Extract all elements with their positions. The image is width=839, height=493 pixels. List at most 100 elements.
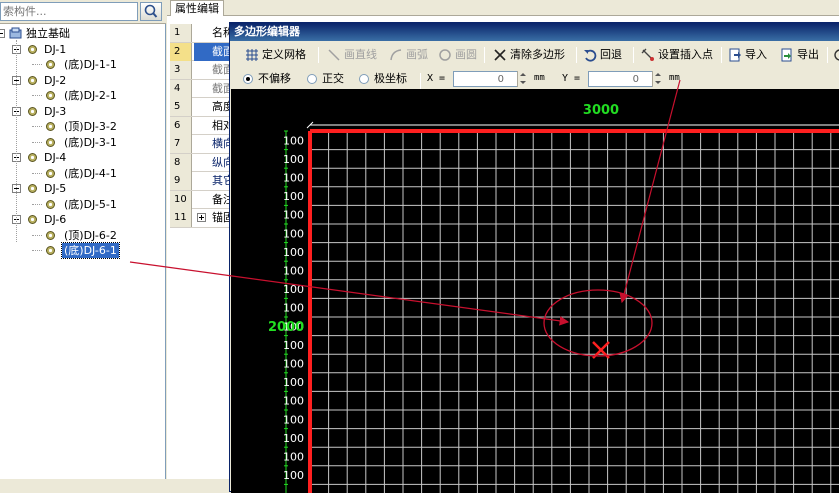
row-spacing-label: 100 bbox=[283, 265, 304, 278]
tree-group-label: DJ-1 bbox=[44, 42, 67, 56]
tree-leaf-label: (底)DJ-3-1 bbox=[64, 135, 117, 149]
tree-leaf[interactable]: (底)DJ-2-1 bbox=[0, 88, 166, 104]
row-number: 11 bbox=[170, 209, 192, 227]
tree-group[interactable]: DJ-5 bbox=[0, 181, 166, 197]
arc-icon bbox=[389, 48, 403, 62]
x-coord-input[interactable] bbox=[453, 71, 519, 87]
radio-polar[interactable]: 极坐标 bbox=[358, 71, 407, 87]
tree-leaf[interactable]: (顶)DJ-3-2 bbox=[0, 119, 166, 135]
radio-dot bbox=[359, 74, 369, 84]
tree-connector bbox=[32, 203, 42, 205]
tree-connector bbox=[32, 95, 42, 96]
gear-icon bbox=[26, 182, 39, 195]
line-icon bbox=[327, 48, 341, 62]
radio-orthogonal[interactable]: 正交 bbox=[306, 71, 344, 87]
tree-root[interactable]: 独立基础 bbox=[0, 26, 166, 42]
search-button[interactable] bbox=[140, 2, 162, 21]
y-spinner[interactable] bbox=[652, 71, 662, 87]
draw-line-button[interactable]: 画直线 bbox=[326, 45, 377, 65]
row-number: 9 bbox=[170, 172, 192, 190]
gear-icon bbox=[26, 105, 39, 118]
gear-icon bbox=[44, 229, 57, 242]
grid-icon bbox=[245, 48, 259, 62]
property-row[interactable]: 2 截面 bbox=[170, 42, 236, 61]
row-spacing-label: 100 bbox=[283, 395, 304, 408]
property-name: 截面 bbox=[212, 63, 234, 76]
property-name: 名称 bbox=[212, 26, 234, 39]
row-number: 7 bbox=[170, 135, 192, 153]
tree-leaf-label: (底)DJ-1-1 bbox=[64, 58, 117, 71]
property-row[interactable]: 8 纵向 bbox=[170, 153, 236, 172]
draw-arc-button[interactable]: 画弧 bbox=[388, 45, 428, 65]
tree-leaf[interactable]: (底)DJ-6-1 bbox=[0, 242, 166, 259]
drawing-canvas[interactable]: 3000 100 100 100 100 100 100 100 100 100 100 100 100… bbox=[231, 89, 839, 493]
property-name: 横向 bbox=[212, 137, 234, 150]
tree-leaf-label: (底)DJ-4-1 bbox=[64, 166, 117, 180]
y-unit-label: mm bbox=[669, 73, 680, 83]
undo-button[interactable]: 回退 bbox=[582, 45, 622, 65]
editor-toolbar: 定义网格 画直线 画弧 画圆 清除多边形 回退 设置插入点 导入 导出 bbox=[230, 43, 839, 67]
property-row[interactable]: 5 高度 bbox=[170, 98, 236, 117]
radio-dot bbox=[243, 74, 253, 84]
row-spacing-label: 100 bbox=[283, 339, 304, 352]
property-row[interactable]: 11 锚固 bbox=[170, 209, 236, 228]
property-tabbar: 属性编辑 bbox=[167, 0, 839, 16]
set-insert-point-button[interactable]: 设置插入点 bbox=[640, 45, 713, 65]
property-row[interactable]: 9 其它 bbox=[170, 172, 236, 191]
tree-connector bbox=[32, 64, 42, 65]
row-spacing-label: 100 bbox=[283, 358, 304, 371]
row-spacing-label: 100 bbox=[283, 376, 304, 389]
property-row[interactable]: 6 相对 bbox=[170, 116, 236, 135]
tree-leaf[interactable]: (底)DJ-3-1 bbox=[0, 135, 166, 151]
tree-group[interactable]: DJ-4 bbox=[0, 150, 166, 166]
circle-icon bbox=[438, 48, 452, 62]
radio-no-offset[interactable]: 不偏移 bbox=[242, 71, 291, 87]
search-input[interactable] bbox=[0, 2, 138, 21]
tree-group[interactable]: DJ-2 bbox=[0, 73, 166, 89]
tree-leaf-label: (顶)DJ-3-2 bbox=[64, 120, 117, 133]
property-row[interactable]: 1 名称 bbox=[170, 24, 236, 43]
tree-group[interactable]: DJ-3 bbox=[0, 104, 166, 120]
export-button[interactable]: 导出 bbox=[779, 45, 819, 65]
more-tool-button[interactable] bbox=[832, 45, 839, 65]
expand-plus-icon[interactable] bbox=[197, 213, 206, 222]
row-number: 6 bbox=[170, 116, 192, 135]
draw-circle-label: 画圆 bbox=[455, 48, 477, 61]
tree-leaf[interactable]: (底)DJ-5-1 bbox=[0, 197, 166, 213]
tree-connector bbox=[32, 250, 42, 251]
define-grid-button[interactable]: 定义网格 bbox=[244, 45, 306, 65]
gear-icon bbox=[44, 198, 57, 211]
draw-line-label: 画直线 bbox=[344, 48, 377, 61]
no-offset-label: 不偏移 bbox=[258, 72, 291, 85]
draw-circle-button[interactable]: 画圆 bbox=[437, 45, 477, 65]
radio-dot bbox=[307, 74, 317, 84]
tree-group[interactable]: DJ-1 bbox=[0, 42, 166, 58]
collapse-toggle[interactable] bbox=[0, 29, 5, 38]
import-button[interactable]: 导入 bbox=[727, 45, 767, 65]
tree-connector bbox=[16, 40, 17, 242]
left-dimension-label: 2000 bbox=[268, 320, 304, 335]
clear-polygon-button[interactable]: 清除多边形 bbox=[492, 45, 565, 65]
y-coord-input[interactable] bbox=[588, 71, 654, 87]
gear-icon bbox=[26, 151, 39, 164]
property-row[interactable]: 4 截面 bbox=[170, 79, 236, 98]
tree-leaf[interactable]: (底)DJ-1-1 bbox=[0, 57, 166, 73]
gear-icon bbox=[44, 58, 57, 71]
property-name: 高度 bbox=[212, 100, 234, 113]
export-label: 导出 bbox=[797, 48, 819, 61]
property-row[interactable]: 7 横向 bbox=[170, 135, 236, 154]
more-icon bbox=[833, 48, 839, 62]
property-row[interactable]: 10 备注 bbox=[170, 190, 236, 209]
property-name: 截面 bbox=[194, 42, 234, 61]
row-spacing-label: 100 bbox=[283, 246, 304, 259]
row-number: 1 bbox=[170, 24, 192, 42]
undo-icon bbox=[583, 48, 597, 62]
tree-leaf[interactable]: (顶)DJ-6-2 bbox=[0, 228, 166, 244]
tree-group[interactable]: DJ-6 bbox=[0, 212, 166, 228]
tree-leaf[interactable]: (底)DJ-4-1 bbox=[0, 166, 166, 182]
tab-property-edit[interactable]: 属性编辑 bbox=[170, 0, 224, 16]
row-spacing-label: 100 bbox=[283, 134, 304, 147]
x-spinner[interactable] bbox=[517, 71, 527, 87]
property-row[interactable]: 3 截面 bbox=[170, 61, 236, 80]
clear-polygon-label: 清除多边形 bbox=[510, 48, 565, 61]
